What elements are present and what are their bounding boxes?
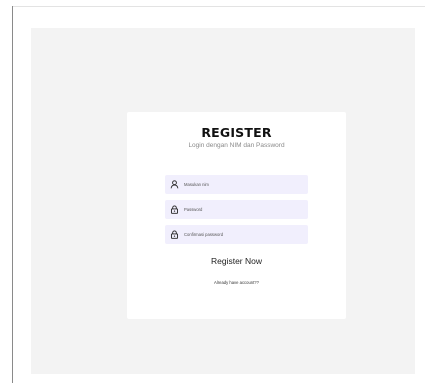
page-background: REGISTER Login dengan NIM dan Password M… — [31, 28, 415, 374]
register-card: REGISTER Login dengan NIM dan Password M… — [127, 112, 346, 319]
page-title: REGISTER — [201, 125, 272, 140]
user-icon — [170, 180, 179, 189]
password-field[interactable] — [165, 200, 308, 219]
window-top-border — [12, 6, 425, 7]
lock-icon — [170, 205, 179, 214]
confirm-password-field[interactable] — [165, 225, 308, 244]
window-left-border — [12, 6, 13, 383]
nim-input[interactable] — [184, 179, 302, 190]
nim-field[interactable] — [165, 175, 308, 194]
page-subtitle: Login dengan NIM dan Password — [188, 142, 285, 149]
register-now-button[interactable]: Register Now — [127, 256, 346, 266]
password-input[interactable] — [184, 204, 302, 215]
confirm-password-input[interactable] — [184, 229, 302, 240]
lock-icon — [170, 230, 179, 239]
login-link[interactable]: Already have account?? — [127, 280, 346, 285]
